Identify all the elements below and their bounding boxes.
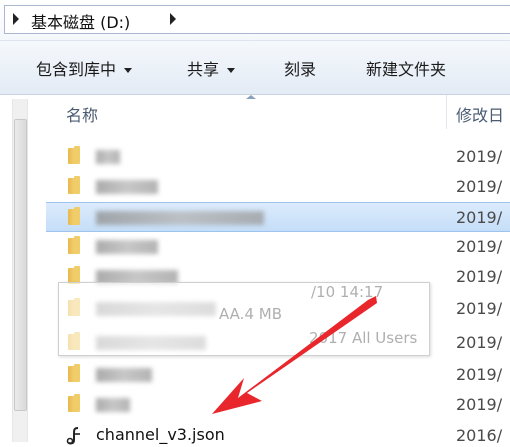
annotation-arrow bbox=[212, 296, 377, 414]
annotation-arrow-shape bbox=[212, 296, 377, 414]
explorer-window: 基本磁盘 (D:) 包含到库中 共享 刻录 新建文件夹 名称 修改日 2019/… bbox=[0, 0, 510, 447]
